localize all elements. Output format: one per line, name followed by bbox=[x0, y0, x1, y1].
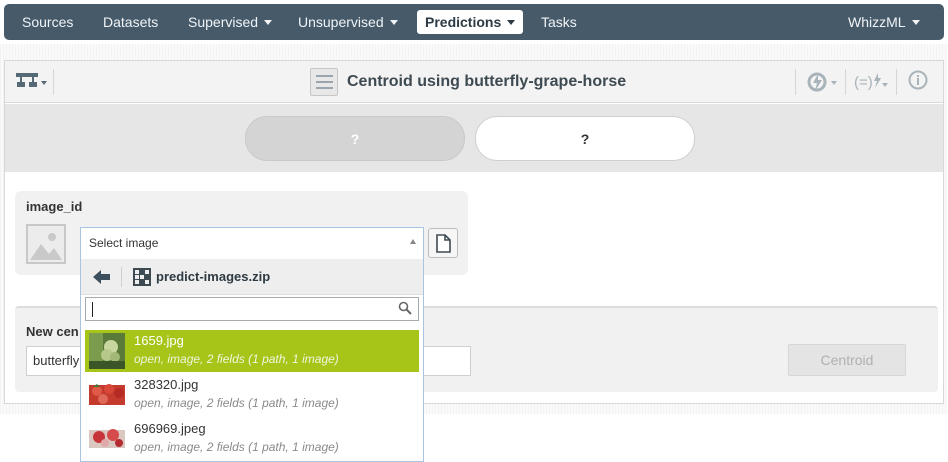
centroid-model-icon bbox=[310, 68, 338, 96]
chevron-up-icon bbox=[410, 239, 416, 244]
search-icon bbox=[398, 301, 412, 315]
image-thumbnail bbox=[89, 421, 125, 457]
chevron-down-icon bbox=[911, 20, 920, 25]
refresh-lightning-icon[interactable] bbox=[806, 70, 840, 99]
nav-tasks[interactable]: Tasks bbox=[533, 10, 585, 34]
page-title: Centroid using butterfly-grape-horse bbox=[347, 73, 627, 90]
file-icon bbox=[436, 234, 451, 253]
new-centroid-label: New cen bbox=[26, 324, 79, 339]
nav-datasets[interactable]: Datasets bbox=[95, 10, 166, 34]
file-meta: open, image, 2 fields (1 path, 1 image) bbox=[134, 352, 339, 366]
folder-name: predict-images.zip bbox=[156, 269, 271, 284]
breadcrumb-divider bbox=[121, 267, 122, 287]
header-divider bbox=[896, 69, 897, 95]
header-divider bbox=[845, 69, 846, 95]
image-dropdown: predict-images.zip 1659.jpg open, image,… bbox=[80, 259, 424, 462]
nav-supervised[interactable]: Supervised bbox=[180, 10, 280, 34]
info-icon[interactable] bbox=[908, 70, 928, 95]
page-title-group: Centroid using butterfly-grape-horse bbox=[310, 67, 626, 97]
file-meta: open, image, 2 fields (1 path, 1 image) bbox=[134, 440, 339, 454]
nav-user-menu[interactable]: WhizzML bbox=[840, 10, 928, 34]
dropdown-breadcrumb: predict-images.zip bbox=[81, 259, 423, 295]
centroid-button[interactable]: Centroid bbox=[788, 344, 906, 376]
list-item[interactable]: 328320.jpg open, image, 2 fields (1 path… bbox=[85, 374, 419, 416]
nav-unsupervised[interactable]: Unsupervised bbox=[290, 10, 406, 34]
header-divider bbox=[53, 69, 54, 95]
list-item[interactable]: 696969.jpeg open, image, 2 fields (1 pat… bbox=[85, 418, 419, 460]
toggle-right-option[interactable]: ? bbox=[475, 116, 695, 161]
image-thumbnail bbox=[89, 333, 125, 369]
file-name: 1659.jpg bbox=[134, 333, 184, 348]
image-thumbnail bbox=[89, 377, 125, 413]
field-label: image_id bbox=[26, 199, 83, 214]
nav-sources[interactable]: Sources bbox=[14, 10, 81, 34]
image-placeholder-icon bbox=[26, 224, 66, 264]
top-nav: Sources Datasets Supervised Unsupervised… bbox=[4, 4, 944, 40]
panel-header: Centroid using butterfly-grape-horse (=) bbox=[5, 61, 943, 103]
text-cursor bbox=[92, 302, 93, 317]
toggle-left-option[interactable]: ? bbox=[245, 116, 465, 161]
file-upload-button[interactable] bbox=[428, 228, 458, 258]
chevron-down-icon bbox=[507, 20, 516, 25]
chevron-down-icon bbox=[389, 20, 398, 25]
image-select[interactable]: Select image bbox=[80, 227, 424, 259]
formula-lightning-icon[interactable]: (=) bbox=[854, 70, 890, 99]
header-divider bbox=[795, 69, 796, 95]
file-name: 696969.jpeg bbox=[134, 421, 206, 436]
file-name: 328320.jpg bbox=[134, 377, 199, 392]
model-tree-icon[interactable] bbox=[16, 70, 50, 97]
svg-text:(=): (=) bbox=[854, 74, 873, 91]
zip-archive-icon bbox=[133, 268, 151, 286]
list-item[interactable]: 1659.jpg open, image, 2 fields (1 path, … bbox=[85, 330, 419, 372]
chevron-down-icon bbox=[264, 20, 273, 25]
nav-predictions[interactable]: Predictions bbox=[417, 10, 524, 34]
file-meta: open, image, 2 fields (1 path, 1 image) bbox=[134, 396, 339, 410]
back-arrow-icon[interactable] bbox=[92, 268, 112, 291]
mode-toggle: ? ? bbox=[5, 104, 943, 172]
dropdown-search-input[interactable] bbox=[85, 297, 419, 321]
